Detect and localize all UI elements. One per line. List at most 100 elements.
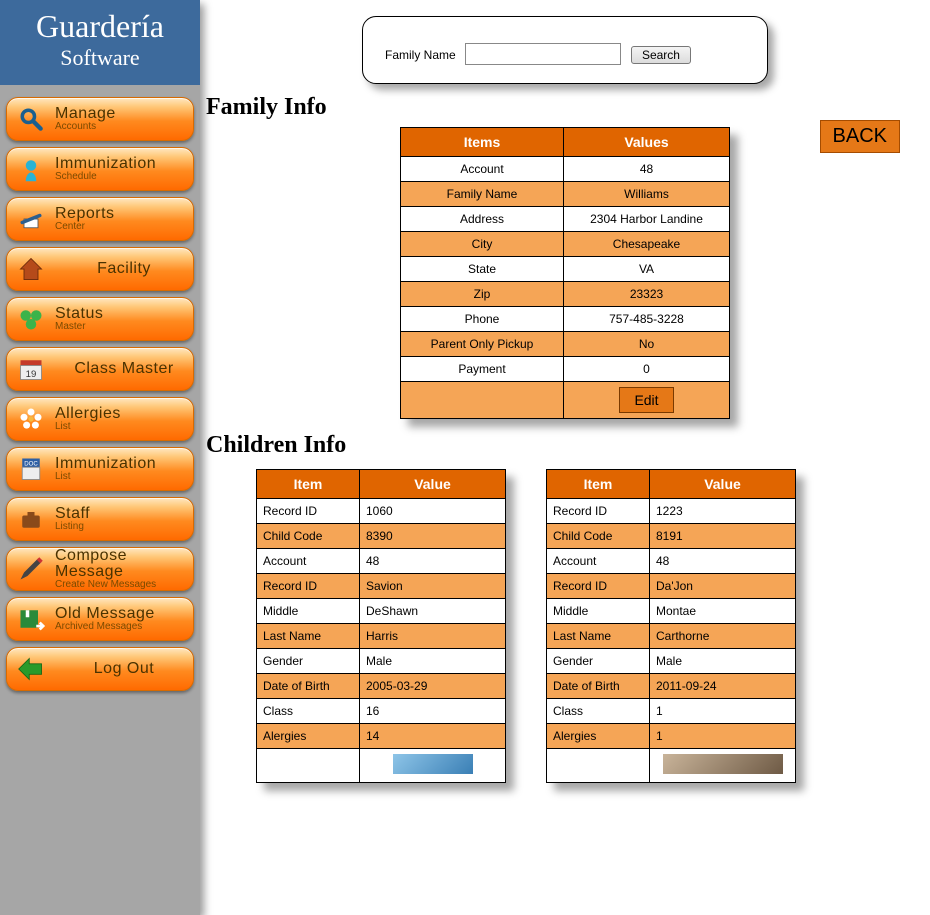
cell-value: Williams [564, 182, 730, 207]
cell-value: Harris [360, 624, 506, 649]
sidebar-item-facility[interactable]: Facility [6, 247, 194, 291]
cell-value: 1060 [360, 499, 506, 524]
cell-item: Child Code [547, 524, 650, 549]
status-icon [13, 301, 49, 337]
sidebar-item-immun-sched[interactable]: ImmunizationSchedule [6, 147, 194, 191]
sidebar-item-title: Immunization [55, 156, 193, 172]
cell-value: 2005-03-29 [360, 674, 506, 699]
sidebar-item-title: Class Master [55, 361, 193, 377]
cell-item: Record ID [257, 574, 360, 599]
table-header: Value [650, 470, 796, 499]
cell-value: 48 [650, 549, 796, 574]
search-button[interactable]: Search [631, 46, 691, 64]
cell-item: Date of Birth [547, 674, 650, 699]
child-photo [360, 749, 506, 783]
table-row: Child Code8390 [257, 524, 506, 549]
table-row: Payment0 [401, 357, 730, 382]
child-info-table: ItemValueRecord ID1223Child Code8191Acco… [546, 469, 796, 783]
cell-value: 14 [360, 724, 506, 749]
family-name-input[interactable] [465, 43, 621, 65]
table-row: Account48 [401, 157, 730, 182]
table-row: Alergies14 [257, 724, 506, 749]
table-row: Class16 [257, 699, 506, 724]
sidebar-item-old-msg[interactable]: Old MessageArchived Messages [6, 597, 194, 641]
sidebar-item-class-master[interactable]: 19 Class Master [6, 347, 194, 391]
cell-value: Male [650, 649, 796, 674]
child-card: ItemValueRecord ID1223Child Code8191Acco… [546, 469, 796, 783]
sidebar-item-title: Facility [55, 261, 193, 277]
back-button[interactable]: BACK [820, 120, 900, 153]
table-header: Values [564, 128, 730, 157]
brand-line1: Guardería [0, 8, 200, 45]
sidebar-item-title: Staff [55, 506, 193, 522]
facility-icon [13, 251, 49, 287]
table-row: Phone757-485-3228 [401, 307, 730, 332]
cell-value: 8390 [360, 524, 506, 549]
table-header: Item [547, 470, 650, 499]
cell-value: 8191 [650, 524, 796, 549]
sidebar-item-sub: Listing [55, 522, 193, 532]
sidebar-item-title: Log Out [55, 661, 193, 677]
sidebar-item-manage[interactable]: ManageAccounts [6, 97, 194, 141]
cell-value: 1223 [650, 499, 796, 524]
table-header: Value [360, 470, 506, 499]
sidebar-item-sub: List [55, 472, 193, 482]
sidebar-item-allergies[interactable]: AllergiesList [6, 397, 194, 441]
immun-sched-icon [13, 151, 49, 187]
immun-list-icon: DOC [13, 451, 49, 487]
table-row: StateVA [401, 257, 730, 282]
sidebar-item-title: Reports [55, 206, 193, 222]
cell-item: Record ID [547, 499, 650, 524]
table-header: Item [257, 470, 360, 499]
sidebar-item-reports[interactable]: ReportsCenter [6, 197, 194, 241]
table-row: Parent Only PickupNo [401, 332, 730, 357]
cell-item: Record ID [547, 574, 650, 599]
sidebar-item-immun-list[interactable]: DOCImmunizationList [6, 447, 194, 491]
cell-value: 23323 [564, 282, 730, 307]
table-row: GenderMale [547, 649, 796, 674]
sidebar-item-staff[interactable]: StaffListing [6, 497, 194, 541]
cell-item: Family Name [401, 182, 564, 207]
table-row: MiddleMontae [547, 599, 796, 624]
cell-item: Account [401, 157, 564, 182]
main-content: Family Name Search BACK Family Info Item… [200, 0, 930, 915]
edit-button[interactable]: Edit [619, 387, 673, 413]
reports-icon [13, 201, 49, 237]
table-header: Items [401, 128, 564, 157]
cell-value: Carthorne [650, 624, 796, 649]
child-photo [650, 749, 796, 783]
search-label: Family Name [385, 48, 456, 62]
cell-item: Date of Birth [257, 674, 360, 699]
table-row: MiddleDeShawn [257, 599, 506, 624]
cell-item: Alergies [257, 724, 360, 749]
table-row: Last NameCarthorne [547, 624, 796, 649]
table-row: Family NameWilliams [401, 182, 730, 207]
cell-value: Chesapeake [564, 232, 730, 257]
svg-text:19: 19 [26, 369, 37, 380]
table-row: Last NameHarris [257, 624, 506, 649]
cell-item: Last Name [547, 624, 650, 649]
child-info-table: ItemValueRecord ID1060Child Code8390Acco… [256, 469, 506, 783]
table-row: GenderMale [257, 649, 506, 674]
cell-item: Alergies [547, 724, 650, 749]
cell-item: Gender [257, 649, 360, 674]
cell-item: Last Name [257, 624, 360, 649]
sidebar-item-compose[interactable]: Compose MessageCreate New Messages [6, 547, 194, 591]
cell-value: DeShawn [360, 599, 506, 624]
sidebar-item-logout[interactable]: Log Out [6, 647, 194, 691]
table-row: Alergies1 [547, 724, 796, 749]
svg-text:DOC: DOC [24, 461, 38, 468]
table-row: Date of Birth2005-03-29 [257, 674, 506, 699]
cell-value: 48 [564, 157, 730, 182]
cell-item: Account [257, 549, 360, 574]
sidebar-item-status[interactable]: StatusMaster [6, 297, 194, 341]
table-row: Address2304 Harbor Landine [401, 207, 730, 232]
table-row: Record ID1223 [547, 499, 796, 524]
cell-item: Gender [547, 649, 650, 674]
cell-value: 1 [650, 699, 796, 724]
cell-value: 1 [650, 724, 796, 749]
table-row: Record ID1060 [257, 499, 506, 524]
allergies-icon [13, 401, 49, 437]
table-row [547, 749, 796, 783]
sidebar-item-sub: Archived Messages [55, 622, 193, 632]
